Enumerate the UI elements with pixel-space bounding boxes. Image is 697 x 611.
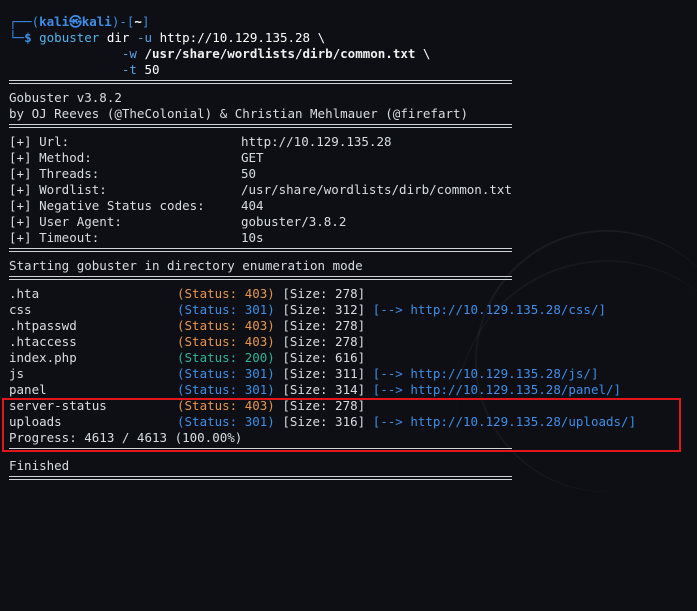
separator <box>9 274 512 282</box>
result-size: [Size: 616] <box>282 350 366 365</box>
config-key: [+] Url: <box>9 134 70 149</box>
result-path: .htpasswd <box>9 318 77 333</box>
result-status: (Status: 403) <box>177 334 275 349</box>
result-redirect-link[interactable]: [--> http://10.129.135.28/css/] <box>373 302 606 317</box>
flag-u: -u <box>136 30 153 45</box>
result-status: (Status: 403) <box>177 286 275 301</box>
result-path: .hta <box>9 286 40 301</box>
config-list: [+] Url: http://10.129.135.28 [+] Method: G… <box>9 134 697 246</box>
result-status: (Status: 403) <box>177 318 275 333</box>
result-path: .htaccess <box>9 334 77 349</box>
separator <box>9 78 512 86</box>
separator <box>9 122 512 130</box>
config-key: [+] Wordlist: <box>9 182 107 197</box>
result-path: index.php <box>9 350 77 365</box>
result-path: js <box>9 366 25 381</box>
config-row: [+] Url: http://10.129.135.28 <box>9 134 697 150</box>
config-row: [+] User Agent: gobuster/3.8.2 <box>9 214 697 230</box>
command-threads: 50 <box>136 62 160 77</box>
config-row: [+] Negative Status codes: 404 <box>9 198 697 214</box>
config-key: [+] Timeout: <box>9 230 100 245</box>
config-value: /usr/share/wordlists/dirb/common.txt <box>241 182 512 197</box>
result-size: [Size: 278] <box>282 286 366 301</box>
config-key: [+] User Agent: <box>9 214 122 229</box>
flag-w: -w <box>121 46 137 61</box>
command-wordlist: /usr/share/wordlists/dirb/common.txt <box>136 46 416 61</box>
config-value: gobuster/3.8.2 <box>241 214 347 229</box>
config-row: [+] Method: GET <box>9 150 697 166</box>
result-size: [Size: 312] <box>282 302 366 317</box>
highlight-box <box>2 398 681 452</box>
result-status: (Status: 200) <box>177 350 275 365</box>
finished-message: Finished <box>9 458 70 473</box>
config-value: 50 <box>241 166 257 181</box>
result-size: [Size: 278] <box>282 318 366 333</box>
result-redirect-link[interactable]: [--> http://10.129.135.28/js/] <box>373 366 599 381</box>
config-key: [+] Negative Status codes: <box>9 198 205 213</box>
result-row: css (Status: 301) [Size: 312] [--> http:/… <box>9 302 697 318</box>
config-row: [+] Threads: 50 <box>9 166 697 182</box>
result-row: panel (Status: 301) [Size: 314] [--> http… <box>9 382 697 398</box>
result-status: (Status: 301) <box>177 302 275 317</box>
command-line-1[interactable]: └─$ gobuster dir -u http://10.129.135.28… <box>9 30 697 46</box>
banner-authors: by OJ Reeves (@TheColonial) & Christian … <box>9 106 469 121</box>
config-row: [+] Timeout: 10s <box>9 230 697 246</box>
result-status: (Status: 301) <box>177 382 275 397</box>
banner-version: Gobuster v3.8.2 <box>9 90 122 105</box>
config-value: http://10.129.135.28 <box>241 134 392 149</box>
command-line-2[interactable]: -w /usr/share/wordlists/dirb/common.txt … <box>9 46 697 62</box>
config-key: [+] Threads: <box>9 166 100 181</box>
result-row: js (Status: 301) [Size: 311] [--> http://… <box>9 366 697 382</box>
start-message: Starting gobuster in directory enumerati… <box>9 258 363 273</box>
prompt-line: ┌──(kali㉿kali)-[~] <box>9 14 150 29</box>
command-url: http://10.129.135.28 \ <box>152 30 326 45</box>
prompt-host: kali <box>81 14 112 29</box>
prompt-dir: ~ <box>134 14 142 29</box>
result-row: .htaccess (Status: 403) [Size: 278] <box>9 334 697 350</box>
command-tool: gobuster <box>39 30 100 45</box>
separator <box>9 246 512 254</box>
config-value: 10s <box>241 230 264 245</box>
flag-t: -t <box>121 62 137 77</box>
config-value: GET <box>241 150 264 165</box>
config-row: [+] Wordlist: /usr/share/wordlists/dirb/c… <box>9 182 697 198</box>
result-row: .htpasswd (Status: 403) [Size: 278] <box>9 318 697 334</box>
prompt-at-symbol: ㉿ <box>69 14 82 29</box>
result-row: .hta (Status: 403) [Size: 278] <box>9 286 697 302</box>
result-path: panel <box>9 382 47 397</box>
result-path: css <box>9 302 32 317</box>
result-size: [Size: 311] <box>282 366 366 381</box>
result-size: [Size: 278] <box>282 334 366 349</box>
result-size: [Size: 314] <box>282 382 366 397</box>
result-redirect-link[interactable]: [--> http://10.129.135.28/panel/] <box>373 382 621 397</box>
separator <box>9 474 512 482</box>
command-line-3[interactable]: -t 50 <box>9 62 697 78</box>
result-row: index.php (Status: 200) [Size: 616] <box>9 350 697 366</box>
result-status: (Status: 301) <box>177 366 275 381</box>
config-key: [+] Method: <box>9 150 92 165</box>
prompt-user: kali <box>39 14 70 29</box>
config-value: 404 <box>241 198 264 213</box>
prompt-dollar: $ <box>24 30 32 45</box>
